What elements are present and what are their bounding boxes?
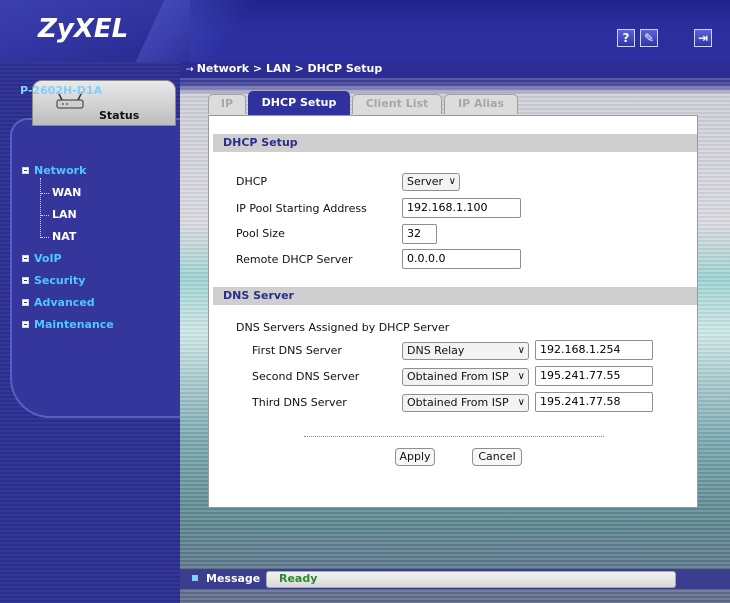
- wizard-icon[interactable]: ✎: [640, 29, 658, 47]
- message-field: [266, 571, 676, 588]
- pool-start-label: IP Pool Starting Address: [236, 202, 367, 215]
- first-dns-ip-input[interactable]: 192.168.1.254: [535, 340, 653, 360]
- section-title-dhcp: DHCP Setup: [213, 134, 697, 152]
- tab-ip[interactable]: IP: [208, 94, 246, 114]
- sidebar-item-security[interactable]: Security: [34, 274, 85, 287]
- pool-size-input[interactable]: 32: [402, 224, 437, 244]
- sidebar-item-lan[interactable]: LAN: [52, 208, 77, 221]
- first-dns-label: First DNS Server: [252, 344, 342, 357]
- expand-icon[interactable]: [22, 321, 29, 328]
- sidebar-item-advanced[interactable]: Advanced: [34, 296, 95, 309]
- status-label: Status: [99, 109, 140, 122]
- apply-button[interactable]: Apply: [395, 448, 435, 466]
- breadcrumb: ⇢ Network > LAN > DHCP Setup: [186, 62, 383, 75]
- first-dns-select[interactable]: DNS Relay ∨: [402, 342, 529, 360]
- logout-icon[interactable]: ⇥: [694, 29, 712, 47]
- tab-dhcp-setup[interactable]: DHCP Setup: [248, 91, 350, 115]
- second-dns-label: Second DNS Server: [252, 370, 360, 383]
- third-dns-ip-input[interactable]: 195.241.77.58: [535, 392, 653, 412]
- top-header: ZyXEL ? ✎ ⇥: [0, 0, 730, 62]
- sidebar-item-voip[interactable]: VoIP: [34, 252, 62, 265]
- device-name: P-2602H-D1A: [20, 84, 103, 97]
- zyxel-web-configurator: ZyXEL ? ✎ ⇥ Status P-2602H-D1A Network W…: [0, 0, 730, 603]
- expand-icon[interactable]: [22, 299, 29, 306]
- sidebar: Status: [0, 62, 180, 603]
- third-dns-select[interactable]: Obtained From ISP ∨: [402, 394, 529, 412]
- sidebar-item-network[interactable]: Network: [34, 164, 86, 177]
- message-icon: [192, 575, 198, 581]
- sidebar-item-maintenance[interactable]: Maintenance: [34, 318, 114, 331]
- chevron-down-icon: ∨: [517, 345, 525, 356]
- chevron-down-icon: ∨: [517, 397, 525, 408]
- message-label: Message: [206, 572, 261, 585]
- dns-assigned-label: DNS Servers Assigned by DHCP Server: [236, 321, 450, 334]
- third-dns-label: Third DNS Server: [252, 396, 347, 409]
- pool-size-label: Pool Size: [236, 227, 285, 240]
- second-dns-ip-input[interactable]: 195.241.77.55: [535, 366, 653, 386]
- section-title-dns: DNS Server: [213, 287, 697, 305]
- dhcp-mode-select[interactable]: Server ∨: [402, 173, 460, 191]
- tab-client-list[interactable]: Client List: [352, 94, 442, 114]
- tab-ip-alias[interactable]: IP Alias: [444, 94, 518, 114]
- chevron-down-icon: ∨: [448, 176, 456, 187]
- second-dns-select[interactable]: Obtained From ISP ∨: [402, 368, 529, 386]
- navigation-panel: [10, 118, 180, 418]
- zyxel-logo: ZyXEL: [38, 14, 129, 44]
- pool-start-input[interactable]: 192.168.1.100: [402, 198, 521, 218]
- help-icon[interactable]: ?: [617, 29, 635, 47]
- remote-dhcp-label: Remote DHCP Server: [236, 253, 353, 266]
- divider: [304, 436, 604, 437]
- expand-icon[interactable]: [22, 255, 29, 262]
- message-text: Ready: [279, 572, 318, 585]
- remote-dhcp-input[interactable]: 0.0.0.0: [402, 249, 521, 269]
- cancel-button[interactable]: Cancel: [472, 448, 522, 466]
- dhcp-label: DHCP: [236, 175, 268, 188]
- breadcrumb-icon: ⇢: [186, 65, 197, 75]
- collapse-icon[interactable]: [22, 167, 29, 174]
- chevron-down-icon: ∨: [517, 371, 525, 382]
- sidebar-item-nat[interactable]: NAT: [52, 230, 76, 243]
- sidebar-item-wan[interactable]: WAN: [52, 186, 81, 199]
- expand-icon[interactable]: [22, 277, 29, 284]
- dhcp-setup-panel: DHCP Setup DHCP Server ∨ IP Pool Starting…: [208, 115, 698, 508]
